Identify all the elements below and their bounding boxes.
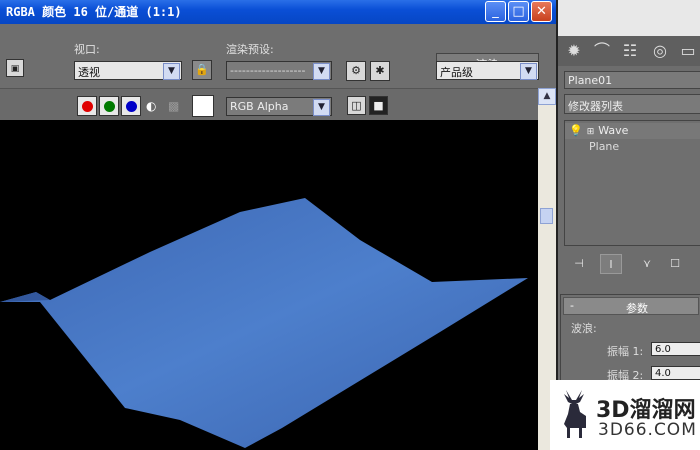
amplitude1-input[interactable]: 6.0 xyxy=(651,342,700,356)
maximize-button[interactable]: □ xyxy=(508,1,529,22)
chevron-down-icon: ▼ xyxy=(163,63,180,80)
quality-value: 产品级 xyxy=(440,66,473,79)
modifier-stack: 💡 ⊞ Wave Plane xyxy=(564,120,700,246)
blue-dot-icon xyxy=(126,101,137,112)
wave-plane-surface xyxy=(0,198,528,448)
preset-select[interactable]: ------------------- ▼ xyxy=(226,61,332,80)
green-dot-icon xyxy=(104,101,115,112)
show-end-result-icon[interactable]: Ι xyxy=(600,254,622,274)
color-swatch[interactable] xyxy=(192,95,214,117)
rollout-header[interactable]: - 参数 xyxy=(563,297,699,315)
blue-channel-button[interactable] xyxy=(121,96,141,116)
rollout-title: 参数 xyxy=(626,302,648,315)
clone-frame-icon[interactable]: ◫ xyxy=(347,96,366,115)
save-icon[interactable]: ▣ xyxy=(6,59,24,77)
modifier-list-dropdown[interactable]: 修改器列表 xyxy=(564,94,700,114)
channel-toolbar: ◐ ▩ RGB Alpha ▼ ◫ ■ xyxy=(0,88,556,120)
create-tab-icon[interactable]: ✹ xyxy=(562,39,586,63)
channel-display-value: RGB Alpha xyxy=(230,100,289,113)
scroll-thumb[interactable] xyxy=(540,208,553,224)
object-name-field[interactable]: Plane01 xyxy=(564,71,700,89)
render-toolbar: ▣ 视口: 透视 ▼ 🔒 渲染预设: ------------------- ▼… xyxy=(0,24,556,88)
watermark: 3D溜溜网 3D66.COM xyxy=(550,380,700,450)
chevron-down-icon: ▼ xyxy=(520,63,537,80)
rendered-plane-image xyxy=(0,198,528,448)
lightbulb-icon[interactable]: 💡 xyxy=(569,124,583,137)
green-channel-button[interactable] xyxy=(99,96,119,116)
scroll-up-icon[interactable]: ▲ xyxy=(538,88,556,105)
deer-logo-icon xyxy=(564,390,586,438)
red-channel-button[interactable] xyxy=(77,96,97,116)
chevron-down-icon: ▼ xyxy=(313,99,330,116)
chevron-down-icon: ▼ xyxy=(313,63,330,80)
viewport-value: 透视 xyxy=(78,66,100,79)
remove-modifier-icon[interactable]: ☐ xyxy=(664,254,686,274)
wave-group-label: 波浪: xyxy=(571,322,597,335)
pin-stack-icon[interactable]: ⊣ xyxy=(568,254,590,274)
collapse-icon: - xyxy=(570,299,574,312)
stack-item-label: Wave xyxy=(598,124,629,137)
stack-item-plane[interactable]: Plane xyxy=(565,139,700,155)
stack-item-label: Plane xyxy=(589,140,620,153)
display-tab-icon[interactable]: ▭ xyxy=(676,39,700,63)
panel-tabs: ✹ ⌒ ☷ ◎ ▭ xyxy=(558,36,700,66)
close-button[interactable]: ✕ xyxy=(531,1,552,22)
amplitude2-input[interactable]: 4.0 xyxy=(651,366,700,380)
viewport-select[interactable]: 透视 ▼ xyxy=(74,61,182,80)
environment-icon[interactable]: ⚙ xyxy=(346,61,366,81)
preset-value: ------------------- xyxy=(230,64,306,77)
window-title: RGBA 颜色 16 位/通道 (1:1) xyxy=(6,5,182,19)
quality-select[interactable]: 产品级 ▼ xyxy=(436,61,539,80)
stack-item-wave[interactable]: 💡 ⊞ Wave xyxy=(565,123,700,139)
render-viewport xyxy=(0,120,538,450)
viewport-label: 视口: xyxy=(74,43,100,56)
minimize-button[interactable]: _ xyxy=(485,1,506,22)
amplitude1-label: 振幅 1: xyxy=(607,345,644,358)
lock-icon[interactable]: 🔒 xyxy=(192,60,212,80)
channel-display-select[interactable]: RGB Alpha ▼ xyxy=(226,97,332,116)
title-bar: RGBA 颜色 16 位/通道 (1:1) _ □ ✕ xyxy=(0,0,556,24)
alpha-toggle-icon[interactable]: ◐ xyxy=(146,99,156,113)
red-dot-icon xyxy=(82,101,93,112)
panel-header xyxy=(558,0,700,36)
monochrome-icon[interactable]: ▩ xyxy=(168,99,179,113)
settings-icon[interactable]: ✱ xyxy=(370,61,390,81)
hierarchy-tab-icon[interactable]: ☷ xyxy=(618,39,642,63)
clear-frame-icon[interactable]: ■ xyxy=(369,96,388,115)
expand-plus-icon[interactable]: ⊞ xyxy=(587,127,595,137)
watermark-url: 3D66.COM xyxy=(598,420,697,440)
modify-tab-icon[interactable]: ⌒ xyxy=(590,39,614,63)
motion-tab-icon[interactable]: ◎ xyxy=(648,39,672,63)
make-unique-icon[interactable]: ⋎ xyxy=(636,254,658,274)
preset-label: 渲染预设: xyxy=(226,43,274,56)
stack-toolbar: ⊣ Ι ⋎ ☐ xyxy=(564,252,700,276)
